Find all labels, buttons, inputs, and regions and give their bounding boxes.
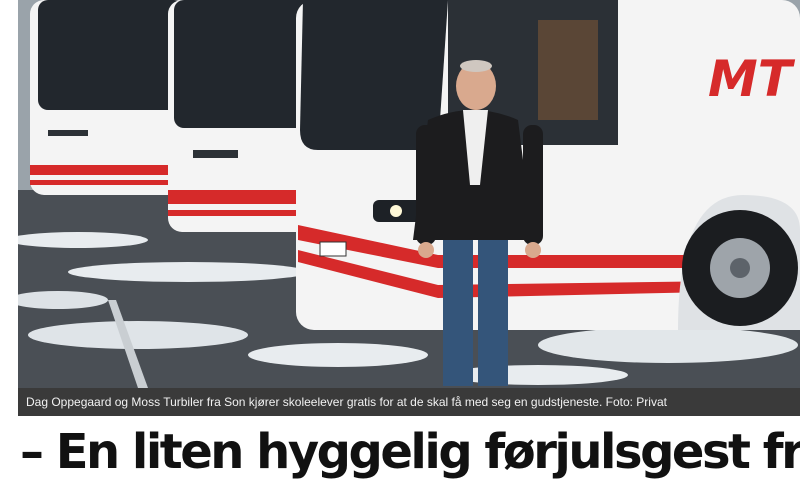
bus-brand-text: MT BU <box>708 50 800 108</box>
headline[interactable]: – En liten hyggelig førjulsgest fra oss <box>20 424 800 480</box>
article-photo[interactable]: MT BU <box>18 0 800 388</box>
bus-3: MT BU <box>296 0 800 330</box>
article: MT BU Dag Oppega <box>0 0 800 480</box>
bus-1 <box>30 0 190 195</box>
photo-caption: Dag Oppegaard og Moss Turbiler fra Son k… <box>18 388 800 416</box>
photo-illustration: MT BU <box>18 0 800 388</box>
